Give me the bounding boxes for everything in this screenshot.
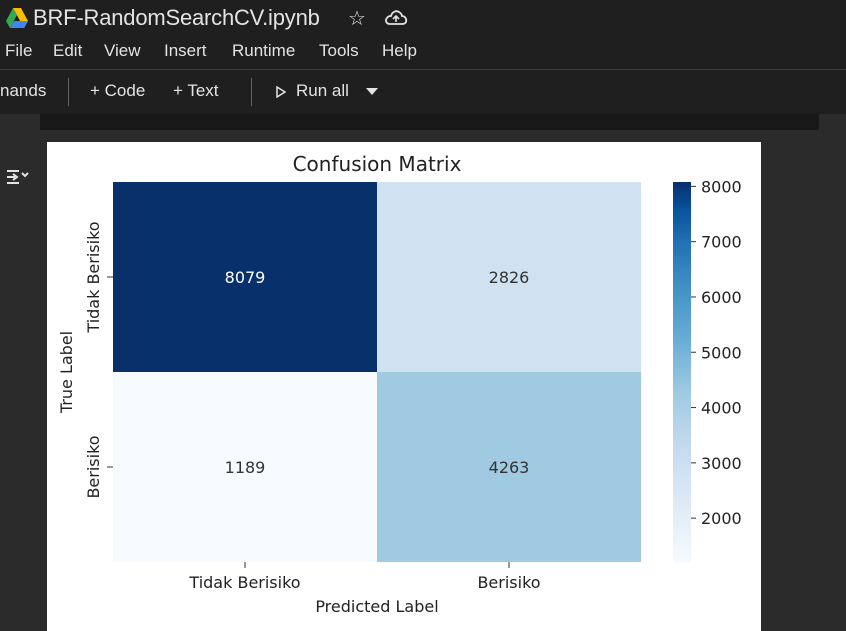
y-axis-label: True Label — [57, 331, 76, 414]
run-all-button[interactable]: Run all — [296, 81, 349, 101]
cell-margin — [819, 114, 846, 130]
y-tick-label: Tidak Berisiko — [84, 221, 103, 333]
menu-insert[interactable]: Insert — [164, 41, 207, 61]
chart-title: Confusion Matrix — [293, 152, 462, 176]
colorbar-tick-label: 8000 — [701, 177, 742, 196]
cell-value-label: 4263 — [489, 458, 530, 477]
toolbar-separator — [251, 78, 252, 106]
cloud-sync-icon[interactable] — [384, 7, 408, 27]
cell-value-label: 8079 — [225, 268, 266, 287]
heatmap-chart: Confusion Matrix Predicted Label True La… — [57, 152, 742, 616]
colorbar-tick-label: 6000 — [701, 288, 742, 307]
x-tick-label: Berisiko — [477, 573, 540, 592]
notebook-title[interactable]: BRF-RandomSearchCV.ipynb — [33, 5, 320, 31]
menu-file[interactable]: File — [5, 41, 32, 61]
menu-edit[interactable]: Edit — [53, 41, 82, 61]
cell-value-label: 2826 — [489, 268, 530, 287]
add-text-button[interactable]: + Text — [173, 81, 219, 101]
confusion-matrix-plot: Confusion Matrix Predicted Label True La… — [47, 142, 761, 631]
menu-view[interactable]: View — [104, 41, 141, 61]
play-icon[interactable] — [276, 86, 286, 98]
menu-tools[interactable]: Tools — [319, 41, 359, 61]
add-code-button[interactable]: + Code — [90, 81, 145, 101]
colorbar-tick-label: 7000 — [701, 233, 742, 252]
output-toggle-icon[interactable] — [3, 165, 31, 189]
toolbar: nands + Code + Text Run all — [0, 70, 846, 114]
code-cell-bottom-edge — [40, 114, 819, 130]
menu-help[interactable]: Help — [382, 41, 417, 61]
colorbar — [673, 182, 691, 563]
title-bar: BRF-RandomSearchCV.ipynb ☆ — [0, 0, 846, 36]
menu-runtime[interactable]: Runtime — [232, 41, 295, 61]
x-axis-label: Predicted Label — [315, 597, 438, 616]
menu-bar: File Edit View Insert Runtime Tools Help — [0, 36, 846, 68]
colorbar-tick-label: 2000 — [701, 509, 742, 528]
colorbar-tick-label: 4000 — [701, 399, 742, 418]
y-tick-label: Berisiko — [84, 435, 103, 498]
x-tick-label: Tidak Berisiko — [188, 573, 300, 592]
cell-gutter — [0, 114, 40, 631]
toolbar-separator — [68, 78, 69, 106]
star-icon[interactable]: ☆ — [348, 6, 366, 31]
chevron-down-icon[interactable] — [366, 88, 378, 95]
drive-logo-icon — [6, 8, 28, 28]
colorbar-tick-label: 3000 — [701, 454, 742, 473]
colorbar-tick-label: 5000 — [701, 343, 742, 362]
commands-button[interactable]: nands — [0, 81, 46, 101]
cell-value-label: 1189 — [225, 458, 266, 477]
